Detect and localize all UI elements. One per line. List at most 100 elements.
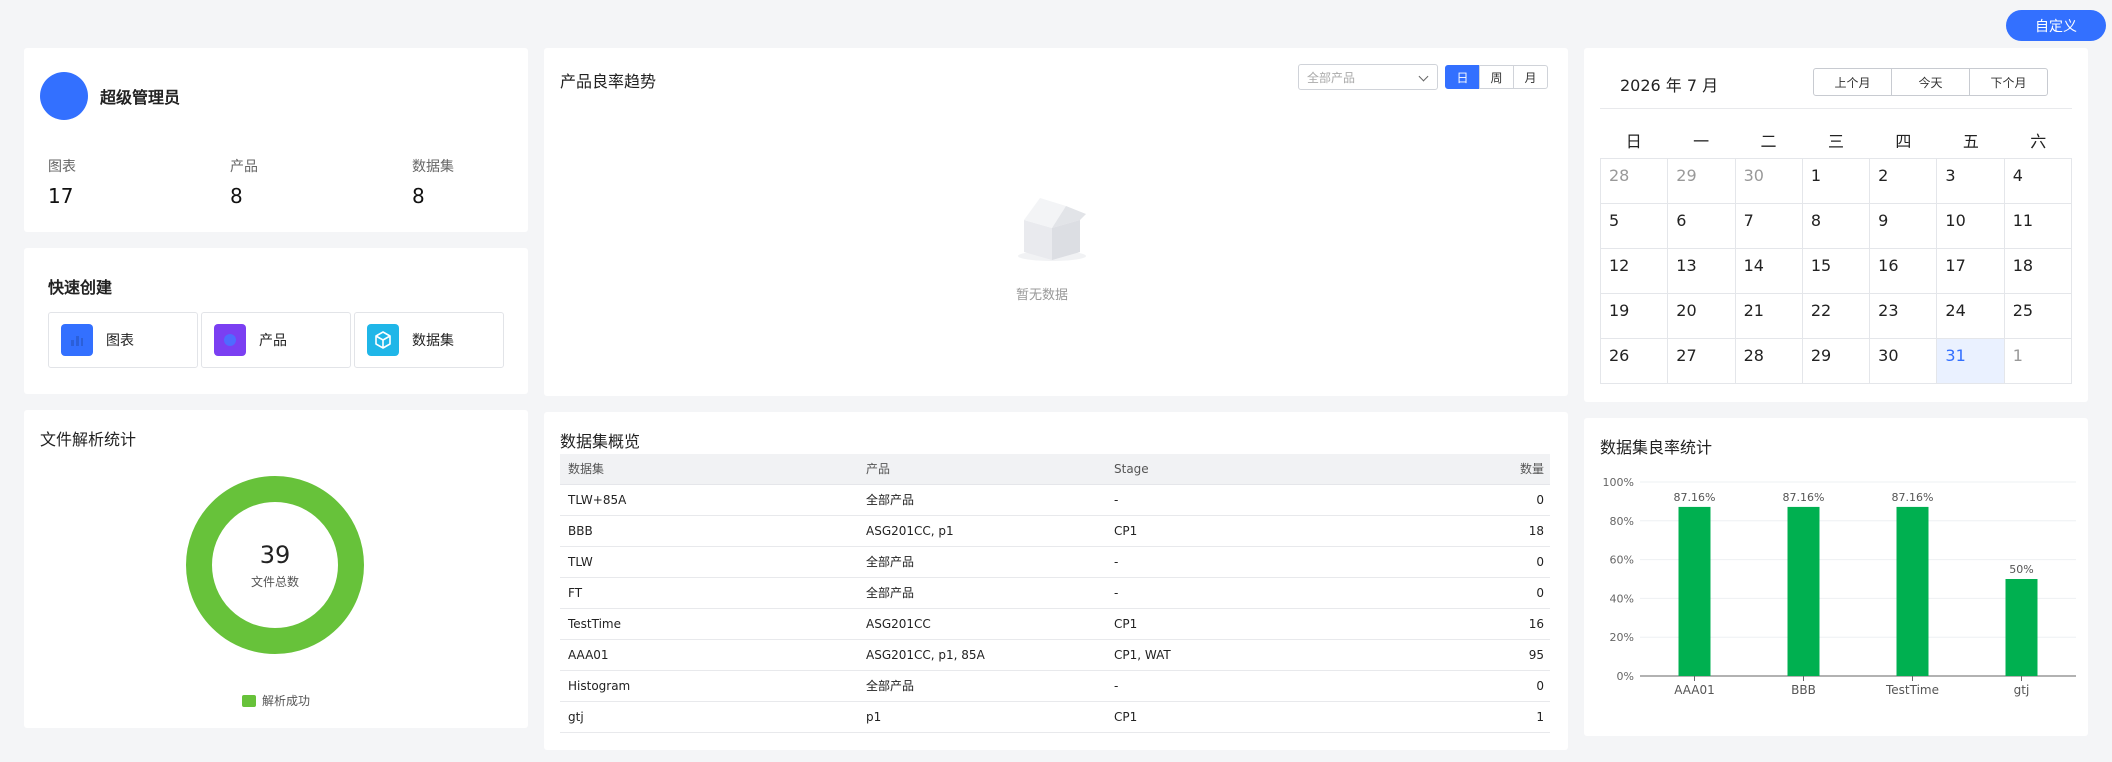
stat-label: 图表 — [48, 159, 76, 175]
chevron-down-icon — [1418, 71, 1429, 82]
cell-count: 18 — [1406, 515, 1550, 547]
stat-label: 数据集 — [412, 159, 454, 175]
table-row[interactable]: Histogram 全部产品 -0 — [560, 670, 1550, 702]
prev-month-button[interactable]: 上个月 — [1813, 68, 1892, 96]
calendar-day[interactable]: 15 — [1802, 249, 1871, 294]
avatar[interactable] — [40, 72, 88, 120]
calendar-day[interactable]: 18 — [2004, 249, 2072, 294]
calendar-day[interactable]: 22 — [1802, 294, 1871, 339]
calendar-day[interactable]: 25 — [2004, 294, 2072, 339]
quick-create-dataset-button[interactable]: 数据集 — [354, 312, 504, 368]
file-stats-title: 文件解析统计 — [40, 430, 137, 449]
cell-dataset: Histogram — [560, 670, 858, 702]
x-tick-label: gtj — [2014, 683, 2030, 697]
column-header-dataset[interactable]: 数据集 — [560, 454, 858, 485]
y-tick-label: 60% — [1610, 554, 1634, 567]
weekday-label: 四 — [1895, 132, 1912, 151]
calendar-day[interactable]: 9 — [1870, 204, 1938, 249]
granularity-month-button[interactable]: 月 — [1513, 65, 1548, 89]
calendar-day[interactable]: 28 — [1601, 159, 1669, 204]
weekday-label: 日 — [1625, 132, 1642, 151]
calendar-day[interactable]: 6 — [1668, 204, 1736, 249]
calendar-day[interactable]: 29 — [1668, 159, 1736, 204]
cell-product: 全部产品 — [858, 546, 1106, 578]
x-tick-label: AAA01 — [1674, 683, 1715, 697]
calendar-day[interactable]: 23 — [1870, 294, 1938, 339]
table-header-row: 数据集 产品 Stage 数量 — [560, 454, 1550, 485]
cell-dataset: TestTime — [560, 608, 858, 640]
cell-stage: CP1 — [1106, 515, 1406, 547]
product-select[interactable]: 全部产品 — [1298, 64, 1438, 90]
dataset-overview-card: 数据集概览 数据集 产品 Stage 数量 TLW+85A 全部产品 -0 BBB AS… — [544, 412, 1568, 750]
calendar-day-today[interactable]: 31 — [1937, 339, 2005, 384]
calendar-day[interactable]: 28 — [1735, 339, 1803, 384]
calendar-day[interactable]: 21 — [1735, 294, 1803, 339]
donut-total: 39 — [259, 540, 291, 569]
cell-product: ASG201CC, p1, 85A — [858, 639, 1106, 671]
dataset-table: 数据集 产品 Stage 数量 TLW+85A 全部产品 -0 BBB ASG201CC… — [560, 454, 1550, 733]
granularity-day-button[interactable]: 日 — [1445, 65, 1480, 89]
calendar-day[interactable]: 10 — [1937, 204, 2005, 249]
calendar-day[interactable]: 26 — [1601, 339, 1669, 384]
today-button[interactable]: 今天 — [1891, 68, 1970, 96]
calendar-day[interactable]: 1 — [2004, 339, 2072, 384]
user-name: 超级管理员 — [100, 88, 181, 107]
table-row[interactable]: BBB ASG201CC, p1 CP1 18 — [560, 515, 1550, 547]
weekday-label: 六 — [2030, 132, 2047, 151]
column-header-product[interactable]: 产品 — [858, 454, 1106, 485]
cell-product: 全部产品 — [858, 484, 1106, 516]
stat-charts: 图表 17 — [48, 156, 76, 208]
calendar-day[interactable]: 30 — [1870, 339, 1938, 384]
bar-aaa01 — [1678, 506, 1711, 676]
calendar-day[interactable]: 8 — [1802, 204, 1871, 249]
customize-button[interactable]: 自定义 — [2006, 10, 2106, 41]
calendar-day[interactable]: 7 — [1735, 204, 1803, 249]
cell-stage: - — [1106, 546, 1406, 578]
cell-count: 16 — [1406, 608, 1550, 640]
calendar-day[interactable]: 16 — [1870, 249, 1938, 294]
stat-value: 8 — [412, 184, 425, 208]
calendar-day[interactable]: 1 — [1802, 159, 1871, 204]
yield-bar-chart: 0% 20% 40% 60% 80% 100% 87.16% AAA01 87.16% BBB 87… — [1603, 476, 2076, 697]
calendar-day[interactable]: 2 — [1870, 159, 1938, 204]
calendar-day[interactable]: 27 — [1668, 339, 1736, 384]
x-tick-label: BBB — [1791, 683, 1816, 697]
quick-create-product-button[interactable]: 产品 — [201, 312, 351, 368]
calendar-day[interactable]: 14 — [1735, 249, 1803, 294]
calendar-day[interactable]: 30 — [1735, 159, 1803, 204]
weekday-label: 五 — [1962, 132, 1979, 151]
calendar-day[interactable]: 5 — [1601, 204, 1669, 249]
calendar-day[interactable]: 11 — [2004, 204, 2072, 249]
calendar-day[interactable]: 17 — [1937, 249, 2005, 294]
table-row[interactable]: TLW+85A 全部产品 -0 — [560, 484, 1550, 516]
bar-value-label: 50% — [2009, 563, 2033, 576]
calendar-day[interactable]: 3 — [1937, 159, 2005, 204]
y-tick-label: 0% — [1617, 670, 1634, 683]
quick-create-card: 快速创建 图表 产品 数据集 — [24, 248, 528, 394]
y-tick-label: 80% — [1610, 515, 1634, 528]
column-header-stage[interactable]: Stage — [1106, 454, 1406, 485]
cell-stage: CP1 — [1106, 608, 1406, 640]
calendar-day[interactable]: 20 — [1668, 294, 1736, 339]
calendar-day[interactable]: 4 — [2004, 159, 2072, 204]
next-month-button[interactable]: 下个月 — [1969, 68, 2048, 96]
quick-create-chart-button[interactable]: 图表 — [48, 312, 198, 368]
dataset-overview-title: 数据集概览 — [560, 432, 641, 451]
calendar-day[interactable]: 19 — [1601, 294, 1669, 339]
donut-chart: 39 文件总数 — [186, 476, 364, 654]
calendar-day[interactable]: 29 — [1802, 339, 1871, 384]
legend-label: 解析成功 — [262, 694, 311, 708]
calendar-grid: 28 29 30 1 2 3 4 5 6 7 8 9 10 11 12 13 14 15 16 17 18 19 20 21 2… — [1600, 158, 2072, 384]
table-row[interactable]: gtj p1 CP1 1 — [560, 701, 1550, 733]
table-row[interactable]: TestTime ASG201CC CP1 16 — [560, 608, 1550, 640]
table-row[interactable]: AAA01 ASG201CC, p1, 85A CP1, WAT 95 — [560, 639, 1550, 671]
cell-product: 全部产品 — [858, 577, 1106, 609]
calendar-day[interactable]: 13 — [1668, 249, 1736, 294]
table-row[interactable]: FT 全部产品 -0 — [560, 577, 1550, 609]
calendar-day[interactable]: 24 — [1937, 294, 2005, 339]
granularity-week-button[interactable]: 周 — [1479, 65, 1514, 89]
column-header-count[interactable]: 数量 — [1406, 454, 1550, 485]
calendar-day[interactable]: 12 — [1601, 249, 1669, 294]
donut-legend[interactable]: 解析成功 — [242, 692, 310, 709]
table-row[interactable]: TLW 全部产品 -0 — [560, 546, 1550, 578]
